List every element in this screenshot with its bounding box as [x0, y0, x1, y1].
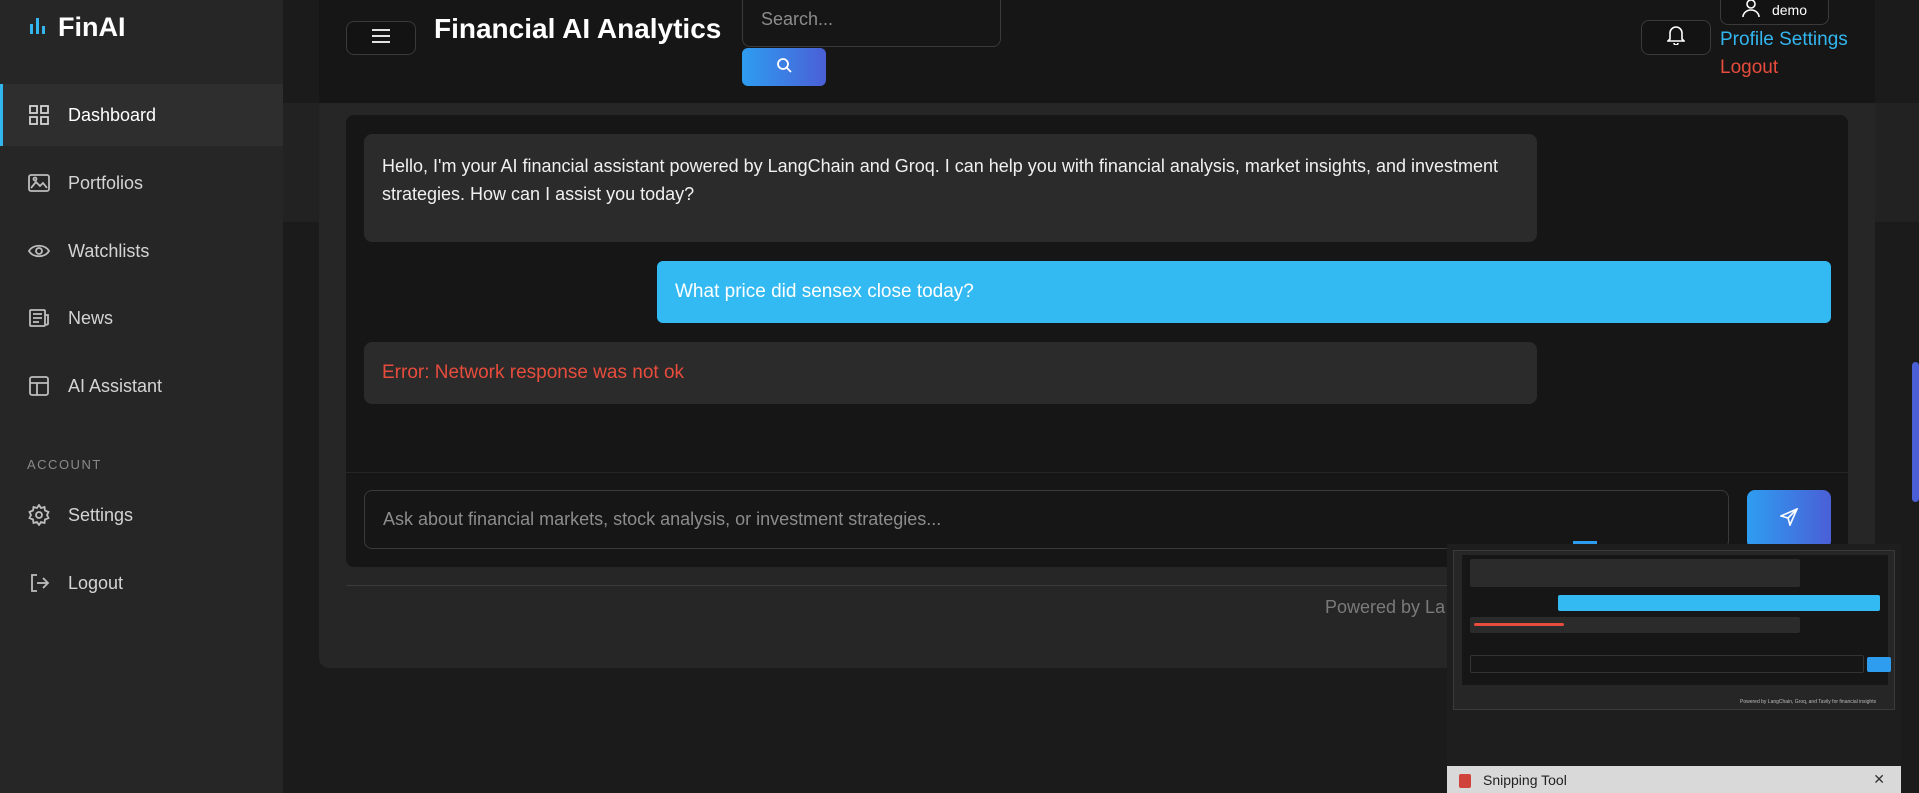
sidebar-item-label: Portfolios	[68, 172, 144, 193]
username: demo	[1771, 1, 1808, 18]
sidebar-item-watchlists[interactable]: Watchlists	[0, 220, 283, 282]
eye-icon	[28, 240, 50, 262]
preview-error-text	[1474, 623, 1564, 626]
user-icon	[1742, 0, 1760, 21]
preview-assistant-bubble	[1470, 559, 1800, 587]
page-title: Financial AI Analytics	[434, 13, 722, 44]
image-icon	[28, 172, 50, 194]
header-logout-link[interactable]: Logout	[1720, 57, 1778, 79]
layout-icon	[28, 375, 50, 397]
chat-input[interactable]: Ask about financial markets, stock analy…	[364, 490, 1729, 549]
sidebar-item-news[interactable]: News	[0, 287, 283, 349]
search-icon	[776, 57, 792, 78]
sidebar-item-label: Dashboard	[68, 104, 157, 125]
preview-image: Powered by LangChain, Groq, and Tavily f…	[1453, 550, 1895, 710]
sidebar-item-ai-assistant[interactable]: AI Assistant	[0, 355, 283, 417]
bell-icon	[1666, 25, 1686, 50]
sidebar-item-label: Logout	[68, 572, 124, 593]
notifications-button[interactable]	[1641, 20, 1711, 55]
sidebar-item-label: Watchlists	[68, 240, 150, 261]
preview-powered-text: Powered by LangChain, Groq, and Tavily f…	[1740, 699, 1877, 705]
divider	[346, 472, 1848, 473]
send-button[interactable]	[1747, 490, 1831, 549]
sidebar-item-portfolios[interactable]: Portfolios	[0, 152, 283, 214]
send-icon	[1778, 507, 1799, 531]
newspaper-icon	[28, 307, 50, 329]
preview-chat	[1462, 555, 1891, 685]
search-input[interactable]: Search...	[742, 0, 1001, 47]
brand-name: FinAI	[58, 12, 126, 42]
sidebar-item-dashboard[interactable]: Dashboard	[0, 84, 283, 146]
section-label-account: ACCOUNT	[27, 457, 102, 472]
sidebar-item-label: AI Assistant	[68, 375, 163, 396]
sidebar-item-settings[interactable]: Settings	[0, 484, 283, 546]
logout-icon	[28, 572, 50, 594]
snipping-tool-preview[interactable]: Powered by LangChain, Groq, and Tavily f…	[1447, 544, 1901, 793]
user-menu-button[interactable]: demo	[1720, 0, 1829, 25]
close-icon[interactable]: ✕	[1873, 771, 1885, 788]
sidebar-item-logout[interactable]: Logout	[0, 552, 283, 614]
preview-input	[1470, 655, 1864, 673]
search-button[interactable]	[742, 48, 826, 86]
preview-user-bubble	[1558, 595, 1880, 611]
user-message: What price did sensex close today?	[657, 261, 1831, 323]
hamburger-icon	[371, 28, 391, 49]
bar-chart-icon	[28, 14, 48, 41]
sidebar-item-label: News	[68, 307, 114, 328]
scrollbar-thumb[interactable]	[1912, 362, 1919, 502]
snipping-tool-title: Snipping Tool	[1483, 772, 1567, 788]
error-message: Error: Network response was not ok	[364, 342, 1537, 404]
sidebar-item-label: Settings	[68, 504, 134, 525]
preview-send	[1867, 657, 1891, 672]
snipping-tool-bar: Snipping Tool ✕	[1447, 766, 1901, 793]
menu-toggle-button[interactable]	[346, 21, 416, 55]
snipping-tool-icon	[1459, 774, 1471, 788]
assistant-message: Hello, I'm your AI financial assistant p…	[364, 134, 1537, 242]
profile-settings-link[interactable]: Profile Settings	[1720, 29, 1848, 51]
powered-by-text: Powered by La	[1325, 597, 1446, 617]
sidebar: FinAI Dashboard Portfolios Watchlists Ne…	[0, 0, 283, 793]
brand-logo[interactable]: FinAI	[28, 12, 126, 43]
gear-icon	[28, 504, 50, 526]
grid-icon	[28, 104, 50, 126]
